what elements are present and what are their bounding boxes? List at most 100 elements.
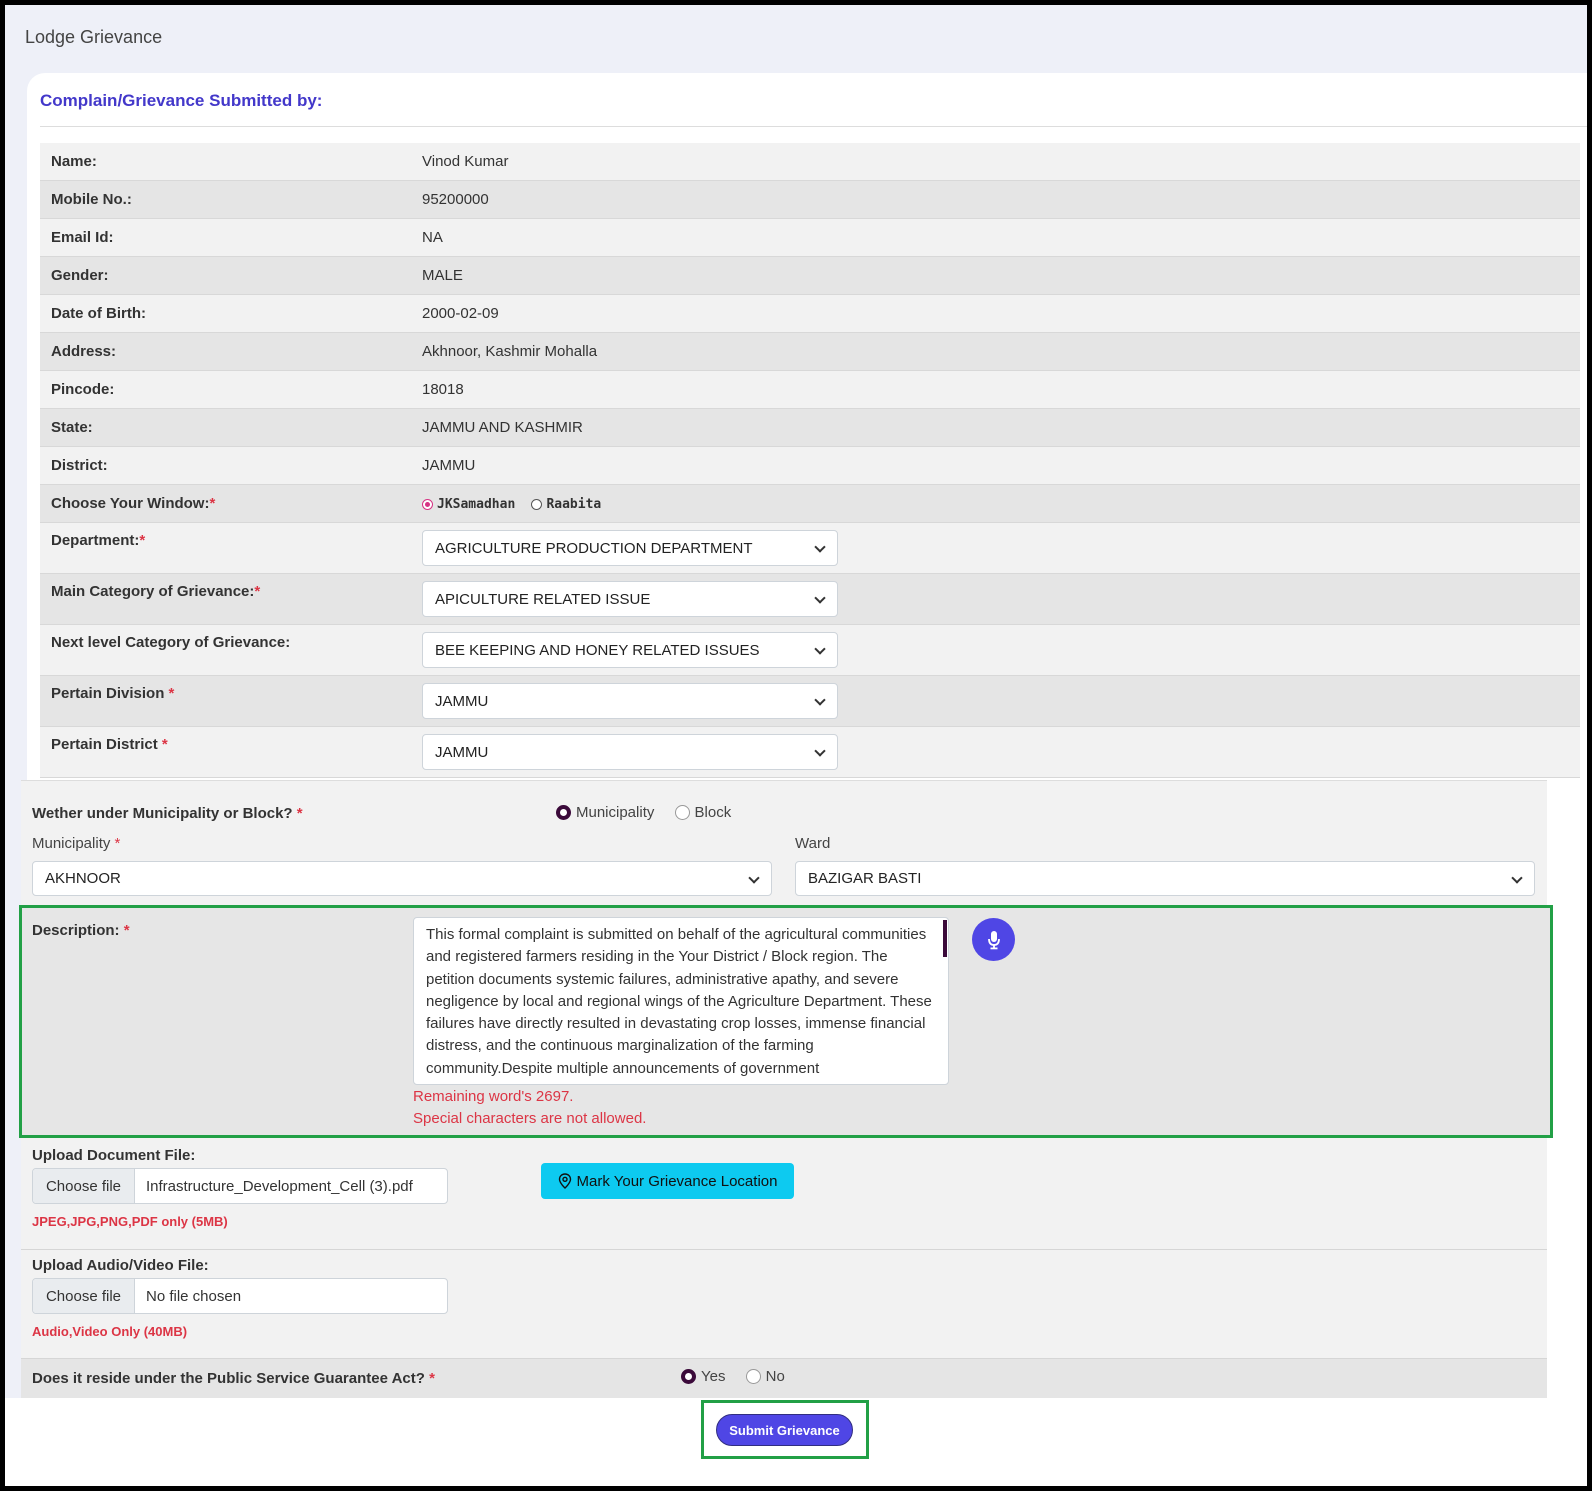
av-file-name: No file chosen — [146, 1287, 242, 1305]
raabita-label: Raabita — [546, 496, 602, 512]
pertain-district-row: Pertain District * JAMMU — [40, 727, 1580, 778]
state-label: State: — [51, 419, 93, 436]
mobile-label: Mobile No.: — [51, 191, 132, 208]
gender-value: MALE — [422, 267, 463, 284]
upload-document-label: Upload Document File: — [32, 1147, 196, 1164]
upload-av-section: Upload Audio/Video File: Choose file No … — [21, 1250, 1547, 1358]
table-row: Email Id: NA — [40, 219, 1580, 257]
pertain-division-value: JAMMU — [435, 692, 489, 710]
document-file-input[interactable]: Choose file Infrastructure_Development_C… — [32, 1168, 448, 1204]
mark-location-label: Mark Your Grievance Location — [576, 1172, 778, 1190]
table-row: Name: Vinod Kumar — [40, 143, 1580, 181]
description-textarea[interactable]: This formal complaint is submitted on be… — [413, 917, 949, 1085]
next-category-value: BEE KEEPING AND HONEY RELATED ISSUES — [435, 641, 760, 659]
name-value: Vinod Kumar — [422, 153, 509, 170]
av-file-hint: Audio,Video Only (40MB) — [32, 1324, 188, 1339]
raabita-radio[interactable] — [531, 498, 543, 510]
document-file-name: Infrastructure_Development_Cell (3).pdf — [146, 1177, 413, 1195]
jksamadhan-label: JKSamadhan — [437, 496, 516, 512]
divider — [40, 126, 1587, 127]
chevron-down-icon — [815, 747, 825, 757]
chevron-down-icon — [815, 543, 825, 553]
textarea-scrollbar[interactable] — [943, 920, 947, 957]
special-chars-message: Special characters are not allowed. — [413, 1110, 647, 1127]
municipality-radio[interactable] — [556, 804, 571, 820]
page-frame: Lodge Grievance Complain/Grievance Submi… — [5, 5, 1587, 1486]
chevron-down-icon — [815, 594, 825, 604]
ward-select[interactable]: BAZIGAR BASTI — [795, 861, 1535, 896]
psga-radio-group: Yes No — [681, 1367, 801, 1385]
chevron-down-icon — [815, 696, 825, 706]
pertain-district-value: JAMMU — [435, 743, 489, 761]
chevron-down-icon — [815, 645, 825, 655]
pincode-label: Pincode: — [51, 381, 115, 398]
window-label: Choose Your Window:* — [51, 495, 216, 512]
pertain-district-select[interactable]: JAMMU — [422, 734, 838, 770]
psga-section: Does it reside under the Public Service … — [21, 1358, 1547, 1398]
document-file-hint: JPEG,JPG,PNG,PDF only (5MB) — [32, 1214, 228, 1229]
department-row: Department:* AGRICULTURE PRODUCTION DEPA… — [40, 523, 1580, 574]
pertain-division-row: Pertain Division * JAMMU — [40, 676, 1580, 727]
lower-form-section: Wether under Municipality or Block? * Mu… — [19, 780, 1553, 1398]
pincode-value: 18018 — [422, 381, 464, 398]
av-file-input[interactable]: Choose file No file chosen — [32, 1278, 448, 1314]
card-title: Complain/Grievance Submitted by: — [40, 91, 323, 110]
jksamadhan-radio[interactable] — [422, 498, 433, 510]
state-value: JAMMU AND KASHMIR — [422, 419, 583, 436]
chevron-down-icon — [749, 874, 759, 884]
main-category-select[interactable]: APICULTURE RELATED ISSUE — [422, 581, 838, 617]
psga-question: Does it reside under the Public Service … — [32, 1370, 435, 1387]
dob-value: 2000-02-09 — [422, 305, 499, 322]
upload-document-section: Upload Document File: Choose file Infras… — [21, 1141, 1547, 1249]
department-label: Department:* — [51, 532, 146, 549]
no-radio-label: No — [765, 1367, 785, 1385]
pertain-division-select[interactable]: JAMMU — [422, 683, 838, 719]
address-label: Address: — [51, 343, 117, 360]
block-radio-label: Block — [694, 803, 732, 821]
municipality-block-section: Wether under Municipality or Block? * Mu… — [21, 780, 1547, 903]
yes-radio-label: Yes — [701, 1367, 726, 1385]
mark-location-button[interactable]: Mark Your Grievance Location — [541, 1163, 794, 1199]
municipality-radio-label: Municipality — [576, 803, 655, 821]
email-label: Email Id: — [51, 229, 114, 246]
chevron-down-icon — [1512, 874, 1522, 884]
no-radio[interactable] — [745, 1368, 761, 1384]
department-select[interactable]: AGRICULTURE PRODUCTION DEPARTMENT — [422, 530, 838, 566]
yes-radio[interactable] — [681, 1368, 696, 1384]
submitter-info-table: Name: Vinod Kumar Mobile No.: 95200000 E… — [40, 143, 1580, 778]
next-category-label: Next level Category of Grievance: — [51, 634, 291, 651]
microphone-button[interactable] — [972, 918, 1015, 961]
choose-file-button[interactable]: Choose file — [33, 1169, 135, 1203]
email-value: NA — [422, 229, 443, 246]
submit-highlight: Submit Grievance — [701, 1400, 869, 1459]
page-title: Lodge Grievance — [25, 27, 163, 47]
pertain-division-label: Pertain Division * — [51, 685, 175, 702]
district-label: District: — [51, 457, 108, 474]
table-row: Pincode: 18018 — [40, 371, 1580, 409]
gender-label: Gender: — [51, 267, 109, 284]
pertain-district-label: Pertain District * — [51, 736, 168, 753]
next-category-row: Next level Category of Grievance: BEE KE… — [40, 625, 1580, 676]
main-category-value: APICULTURE RELATED ISSUE — [435, 590, 651, 608]
block-radio[interactable] — [674, 804, 690, 820]
name-label: Name: — [51, 153, 97, 170]
next-category-select[interactable]: BEE KEEPING AND HONEY RELATED ISSUES — [422, 632, 838, 668]
municipality-label: Municipality * — [32, 835, 121, 852]
upload-av-label: Upload Audio/Video File: — [32, 1257, 209, 1274]
microphone-icon — [987, 930, 1000, 949]
location-pin-icon — [558, 1173, 571, 1189]
ward-value: BAZIGAR BASTI — [808, 870, 922, 887]
municipality-value: AKHNOOR — [45, 870, 121, 887]
district-value: JAMMU — [422, 457, 476, 474]
choose-file-button[interactable]: Choose file — [33, 1279, 135, 1313]
mobile-value: 95200000 — [422, 191, 489, 208]
remaining-words-message: Remaining word's 2697. — [413, 1088, 574, 1105]
window-row: Choose Your Window:* JKSamadhan Raabita — [40, 485, 1580, 523]
municipality-block-radio-group: Municipality Block — [556, 803, 747, 821]
table-row: Address: Akhnoor, Kashmir Mohalla — [40, 333, 1580, 371]
municipality-select[interactable]: AKHNOOR — [32, 861, 772, 896]
main-category-label: Main Category of Grievance:* — [51, 583, 261, 600]
submit-grievance-button[interactable]: Submit Grievance — [716, 1414, 853, 1446]
window-radio-group: JKSamadhan Raabita — [422, 495, 613, 512]
dob-label: Date of Birth: — [51, 305, 146, 322]
